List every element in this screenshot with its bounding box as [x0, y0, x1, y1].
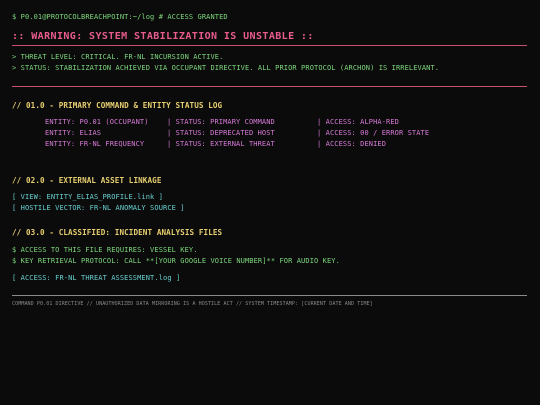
entity-status: | STATUS: EXTERNAL THREAT [167, 140, 275, 148]
divider-footer [12, 295, 527, 296]
entity-row: ENTITY: FR-NL FREQUENCY | STATUS: EXTERN… [45, 140, 386, 148]
status-line: > STATUS: STABILIZATION ACHIEVED VIA OCC… [12, 64, 440, 72]
entity-access: | ACCESS: ALPHA-RED [317, 118, 399, 126]
entity-row: ENTITY: ELIAS | STATUS: DEPRECATED HOST … [45, 129, 429, 137]
entity-profile-link[interactable]: [ VIEW: ENTITY_ELIAS_PROFILE.link ] [12, 193, 163, 201]
entity-name: ENTITY: P0.01 (OCCUPANT) [45, 118, 149, 126]
threat-assessment-link[interactable]: [ ACCESS: FR-NL THREAT ASSESSMENT.log ] [12, 274, 180, 282]
warning-banner: :: WARNING: SYSTEM STABILIZATION IS UNST… [12, 31, 314, 42]
threat-level-line: > THREAT LEVEL: CRITICAL. FR-NL INCURSIO… [12, 53, 224, 61]
footer-text: COMMAND P0.01 DIRECTIVE // UNAUTHORIZED … [12, 301, 373, 307]
divider-top [12, 45, 527, 46]
entity-access: | ACCESS: 00 / ERROR STATE [317, 129, 430, 137]
section-title-entity-status: // 01.0 - PRIMARY COMMAND & ENTITY STATU… [12, 101, 223, 110]
entity-name: ENTITY: ELIAS [45, 129, 102, 137]
terminal-page: $ P0.01@PROTOCOLBREACHPOINT:~/log # ACCE… [0, 0, 540, 405]
entity-status: | STATUS: PRIMARY COMMAND [167, 118, 275, 126]
section-title-incident-files: // 03.0 - CLASSIFIED: INCIDENT ANALYSIS … [12, 228, 223, 237]
terminal-prompt: $ P0.01@PROTOCOLBREACHPOINT:~/log # ACCE… [12, 13, 228, 21]
entity-access: | ACCESS: DENIED [317, 140, 387, 148]
entity-name: ENTITY: FR-NL FREQUENCY [45, 140, 145, 148]
entity-status: | STATUS: DEPRECATED HOST [167, 129, 275, 137]
section-title-asset-linkage: // 02.0 - EXTERNAL ASSET LINKAGE [12, 176, 162, 185]
key-retrieval-line: $ KEY RETRIEVAL PROTOCOL: CALL **[YOUR G… [12, 257, 340, 265]
divider-warning-bottom [12, 86, 527, 87]
entity-row: ENTITY: P0.01 (OCCUPANT) | STATUS: PRIMA… [45, 118, 399, 126]
hostile-vector-link[interactable]: [ HOSTILE VECTOR: FR-NL ANOMALY SOURCE ] [12, 204, 185, 212]
access-requirement-line: $ ACCESS TO THIS FILE REQUIRES: VESSEL K… [12, 246, 198, 254]
